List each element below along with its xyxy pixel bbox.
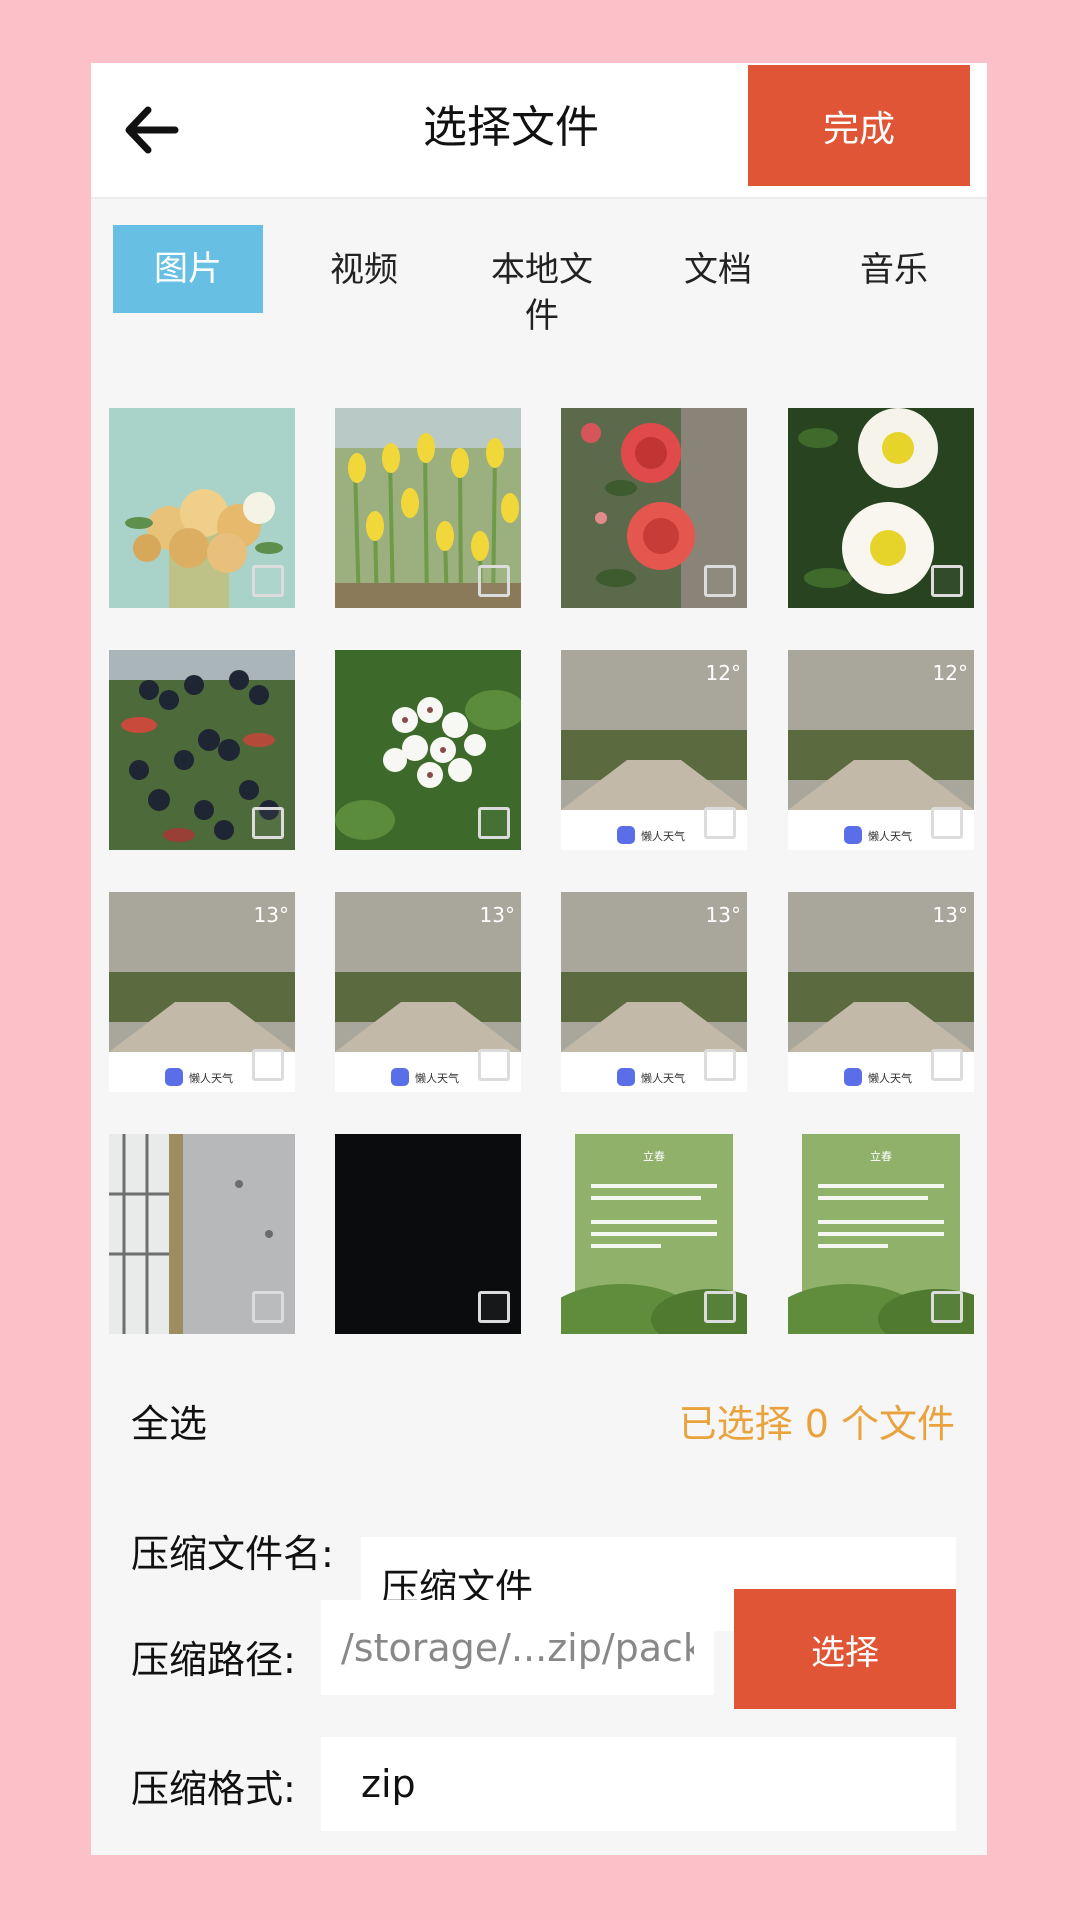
image-item[interactable]: 12° 懒人天气: [788, 650, 974, 850]
svg-text:12°: 12°: [933, 661, 968, 685]
select-checkbox[interactable]: [931, 565, 963, 597]
page-title: 选择文件: [423, 102, 599, 153]
file-type-tabs: 图片 视频 本地文件 文档 音乐: [91, 199, 987, 385]
image-item[interactable]: [109, 408, 295, 608]
tab-videos[interactable]: 视频: [289, 247, 439, 293]
select-checkbox[interactable]: [252, 807, 284, 839]
image-item[interactable]: 13° 懒人天气: [788, 892, 974, 1092]
done-button[interactable]: 完成: [748, 65, 970, 186]
svg-text:13°: 13°: [480, 903, 515, 927]
svg-text:13°: 13°: [933, 903, 968, 927]
image-item[interactable]: [788, 408, 974, 608]
image-item[interactable]: [335, 408, 521, 608]
select-checkbox[interactable]: [931, 1049, 963, 1081]
svg-text:懒人天气: 懒人天气: [641, 829, 685, 843]
svg-text:懒人天气: 懒人天气: [868, 829, 912, 843]
archive-name-label: 压缩文件名:: [131, 1532, 334, 1576]
image-item[interactable]: 立春: [788, 1134, 974, 1334]
tab-local-files[interactable]: 本地文件: [467, 247, 617, 339]
select-checkbox[interactable]: [931, 807, 963, 839]
svg-text:懒人天气: 懒人天气: [415, 1071, 459, 1085]
select-checkbox[interactable]: [478, 565, 510, 597]
select-checkbox[interactable]: [704, 1291, 736, 1323]
archive-path-label: 压缩路径:: [131, 1638, 296, 1682]
select-checkbox[interactable]: [478, 1291, 510, 1323]
image-item[interactable]: [561, 408, 747, 608]
file-picker-panel: 选择文件 完成 图片 视频 本地文件 文档 音乐 12° 懒人天气 12° 懒人…: [91, 63, 987, 1855]
select-checkbox[interactable]: [252, 1291, 284, 1323]
svg-text:12°: 12°: [706, 661, 741, 685]
svg-text:13°: 13°: [254, 903, 289, 927]
image-item[interactable]: 12° 懒人天气: [561, 650, 747, 850]
select-checkbox[interactable]: [704, 1049, 736, 1081]
select-checkbox[interactable]: [478, 807, 510, 839]
svg-text:懒人天气: 懒人天气: [641, 1071, 685, 1085]
image-item[interactable]: [109, 650, 295, 850]
select-checkbox[interactable]: [252, 565, 284, 597]
image-item[interactable]: 立春: [561, 1134, 747, 1334]
select-checkbox[interactable]: [478, 1049, 510, 1081]
svg-text:懒人天气: 懒人天气: [868, 1071, 912, 1085]
image-item[interactable]: 13° 懒人天气: [335, 892, 521, 1092]
selected-count: 已选择 0 个文件: [678, 1402, 955, 1446]
header-bar: 选择文件 完成: [91, 63, 987, 199]
svg-text:立春: 立春: [643, 1149, 665, 1163]
image-item[interactable]: [335, 1134, 521, 1334]
select-all-button[interactable]: 全选: [131, 1393, 207, 1448]
svg-text:懒人天气: 懒人天气: [189, 1071, 233, 1085]
select-checkbox[interactable]: [931, 1291, 963, 1323]
back-button[interactable]: [117, 95, 187, 165]
archive-format-label: 压缩格式:: [131, 1767, 296, 1811]
svg-text:13°: 13°: [706, 903, 741, 927]
select-checkbox[interactable]: [252, 1049, 284, 1081]
tab-documents[interactable]: 文档: [643, 247, 793, 293]
select-checkbox[interactable]: [704, 807, 736, 839]
image-item[interactable]: [109, 1134, 295, 1334]
compress-options: 全选 已选择 0 个文件 压缩文件名: 压缩路径: 选择 压缩格式:: [91, 1353, 987, 1855]
svg-text:立春: 立春: [870, 1149, 892, 1163]
choose-path-button[interactable]: 选择: [734, 1589, 956, 1709]
tab-local-files-label: 本地文件: [491, 250, 593, 336]
image-item[interactable]: 13° 懒人天气: [561, 892, 747, 1092]
tab-music[interactable]: 音乐: [819, 247, 969, 293]
image-item[interactable]: [335, 650, 521, 850]
image-grid: 12° 懒人天气 12° 懒人天气 13° 懒人天气 13° 懒人天气 13° …: [91, 385, 987, 1350]
image-item[interactable]: 13° 懒人天气: [109, 892, 295, 1092]
select-checkbox[interactable]: [704, 565, 736, 597]
archive-format-select[interactable]: [321, 1737, 956, 1831]
archive-path-input[interactable]: [321, 1600, 714, 1695]
arrow-left-icon: [125, 106, 179, 154]
tab-images[interactable]: 图片: [113, 225, 263, 313]
